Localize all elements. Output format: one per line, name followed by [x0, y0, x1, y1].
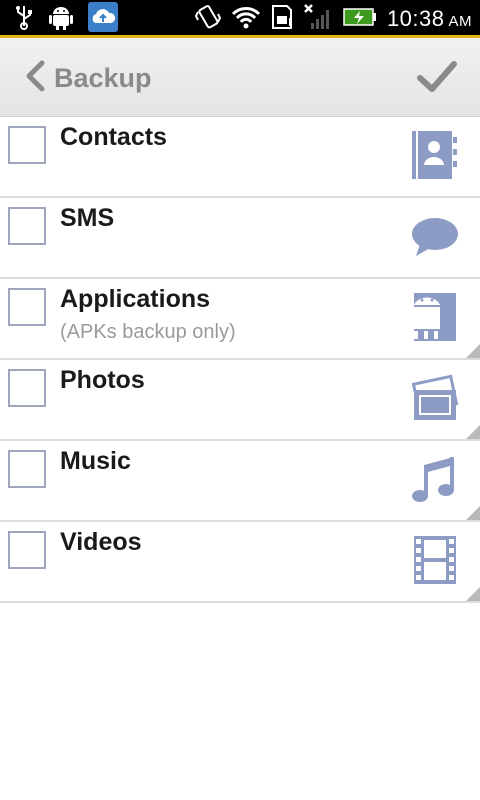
usb-icon: [14, 4, 34, 35]
status-notifications: [14, 1, 118, 36]
sd-card-icon: [271, 4, 293, 35]
contacts-icon: [410, 129, 460, 181]
time-ampm: AM: [448, 13, 472, 30]
expand-corner-indicator: [466, 506, 480, 520]
checkbox-contacts[interactable]: [8, 126, 46, 164]
music-icon: [410, 453, 460, 505]
signal-no-service-icon: [303, 3, 333, 36]
status-system: 10:38 AM: [194, 3, 472, 36]
confirm-button[interactable]: [416, 56, 458, 98]
item-label: SMS: [60, 204, 115, 232]
back-button[interactable]: Backup: [24, 58, 152, 98]
item-label: Videos: [60, 528, 142, 556]
chevron-left-icon: [24, 60, 46, 97]
sms-icon: [410, 210, 460, 262]
status-time: 10:38 AM: [387, 6, 472, 32]
checkbox-photos[interactable]: [8, 369, 46, 407]
wifi-icon: [231, 5, 261, 34]
list-item-music[interactable]: Music: [0, 441, 480, 522]
checkbox-applications[interactable]: [8, 288, 46, 326]
list-item-contacts[interactable]: Contacts: [0, 117, 480, 198]
android-debug-icon: [48, 3, 74, 36]
android-icon: [410, 291, 460, 343]
page-title: Backup: [54, 62, 152, 93]
vibrate-icon: [194, 4, 222, 35]
expand-corner-indicator: [466, 344, 480, 358]
item-sublabel: (APKs backup only): [60, 321, 236, 343]
list-item-photos[interactable]: Photos: [0, 360, 480, 441]
checkbox-videos[interactable]: [8, 531, 46, 569]
checkbox-sms[interactable]: [8, 207, 46, 245]
checkmark-icon: [417, 61, 457, 92]
expand-corner-indicator: [466, 587, 480, 601]
list-item-applications[interactable]: Applications (APKs backup only): [0, 279, 480, 360]
list-item-videos[interactable]: Videos: [0, 522, 480, 603]
status-bar: 10:38 AM: [0, 0, 480, 38]
cloud-backup-icon: [88, 1, 118, 37]
battery-charging-icon: [343, 7, 377, 32]
item-label: Applications: [60, 285, 211, 313]
item-label: Contacts: [60, 123, 167, 151]
action-bar: Backup: [0, 38, 480, 117]
film-icon: [410, 534, 460, 586]
item-label: Music: [60, 447, 131, 475]
backup-options-list: Contacts SMS Applications (APKs backup o…: [0, 117, 480, 603]
item-label: Photos: [60, 366, 145, 394]
photos-icon: [410, 372, 460, 424]
time-value: 10:38: [386, 6, 445, 31]
expand-corner-indicator: [466, 425, 480, 439]
checkbox-music[interactable]: [8, 450, 46, 488]
list-item-sms[interactable]: SMS: [0, 198, 480, 279]
